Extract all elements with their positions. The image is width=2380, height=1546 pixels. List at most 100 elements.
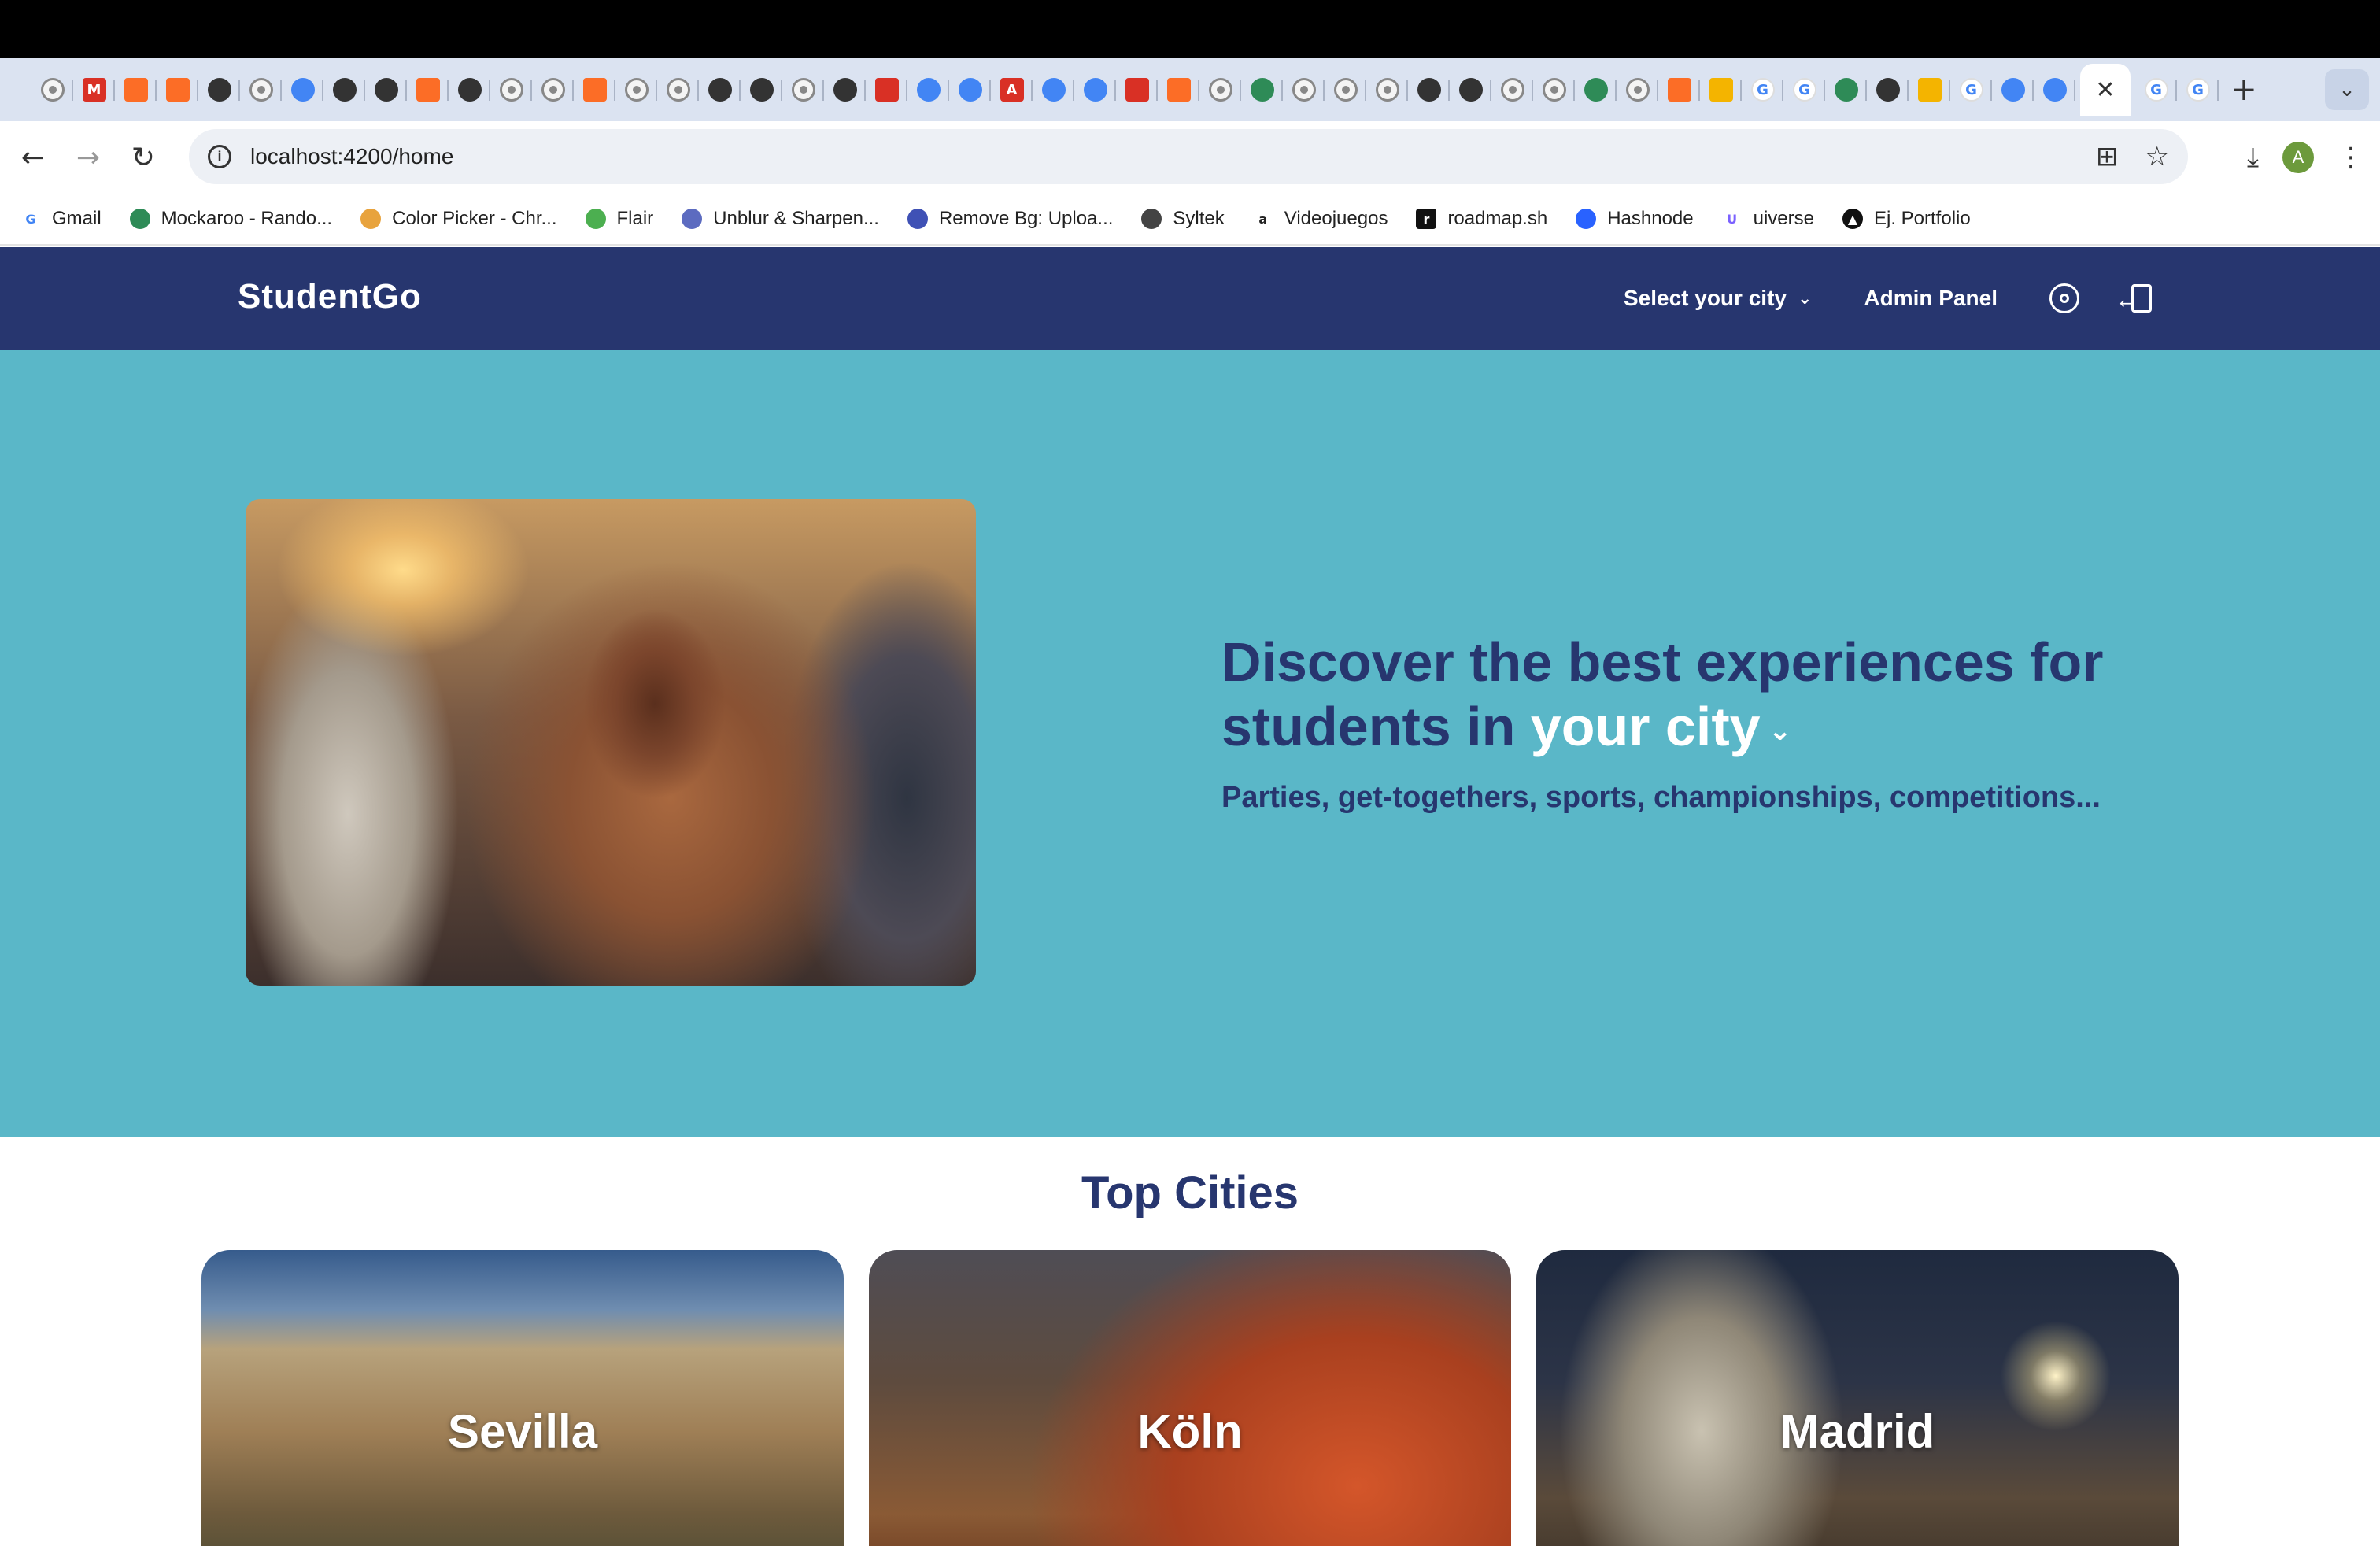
browser-tab[interactable]: A (991, 65, 1033, 115)
browser-tab[interactable] (240, 65, 282, 115)
browser-tab[interactable] (2034, 65, 2075, 115)
browser-tab[interactable] (907, 65, 949, 115)
browser-tab[interactable] (1199, 65, 1241, 115)
flutter-favicon-icon (1083, 78, 1107, 102)
address-bar[interactable]: i localhost:4200/home ⊞ ☆ (189, 129, 2188, 184)
bookmark-syltek[interactable]: Syltek (1141, 208, 1225, 230)
bookmark-star-icon[interactable]: ☆ (2145, 141, 2169, 172)
browser-tab[interactable] (490, 65, 532, 115)
browser-tab[interactable] (115, 65, 157, 115)
browser-tab[interactable] (1700, 65, 1742, 115)
browser-tab[interactable] (657, 65, 699, 115)
browser-tab[interactable]: M (73, 65, 115, 115)
browser-tab[interactable] (1825, 65, 1867, 115)
browser-tab[interactable] (323, 65, 365, 115)
browser-tab[interactable] (1909, 65, 1950, 115)
bookmark-remove-bg[interactable]: Remove Bg: Uploa... (907, 208, 1113, 230)
bookmark-label: Unblur & Sharpen... (713, 208, 879, 229)
new-tab-button[interactable]: + (2219, 72, 2269, 108)
chevron-down-icon: ⌄ (1797, 288, 1813, 309)
browser-tab[interactable] (1283, 65, 1325, 115)
browser-tab[interactable] (741, 65, 782, 115)
back-button[interactable]: ← (11, 135, 55, 179)
browser-tab[interactable] (365, 65, 407, 115)
bookmarks-bar: G Gmail Mockaroo - Rando... Color Picker … (0, 194, 2380, 246)
browser-tab[interactable] (1158, 65, 1199, 115)
download-icon[interactable]: ⤓ (2247, 142, 2259, 173)
browser-tab[interactable] (31, 65, 73, 115)
browser-tab[interactable]: G (2135, 65, 2177, 115)
city-card-koln[interactable]: Köln (869, 1250, 1511, 1546)
browser-tab[interactable] (532, 65, 574, 115)
select-city-dropdown[interactable]: Select your city ⌄ (1624, 286, 1812, 311)
browser-tab[interactable] (699, 65, 741, 115)
bookmark-color-picker[interactable]: Color Picker - Chr... (360, 208, 557, 230)
browser-tab[interactable] (1366, 65, 1408, 115)
bookmark-unblur[interactable]: Unblur & Sharpen... (682, 208, 879, 230)
active-browser-tab[interactable]: ✕ (2080, 64, 2131, 116)
bookmark-roadmap[interactable]: r roadmap.sh (1416, 208, 1547, 230)
browser-tab[interactable] (1408, 65, 1450, 115)
browser-tab[interactable] (198, 65, 240, 115)
browser-tab[interactable] (574, 65, 615, 115)
browser-tab[interactable] (1617, 65, 1658, 115)
google-favicon-icon: G (1750, 78, 1775, 102)
browser-tab[interactable] (1033, 65, 1074, 115)
uiverse-icon: U (1721, 209, 1743, 229)
chrome-favicon-icon (708, 78, 732, 102)
browser-tab[interactable] (1450, 65, 1491, 115)
browser-tab[interactable] (1074, 65, 1116, 115)
bookmark-hashnode[interactable]: Hashnode (1576, 208, 1694, 230)
roadmap-icon: r (1416, 209, 1437, 229)
address-url[interactable]: localhost:4200/home (250, 144, 453, 169)
browser-tab[interactable] (1491, 65, 1533, 115)
translate-icon[interactable]: ⊞ (2096, 141, 2119, 172)
bookmark-uiverse[interactable]: Uuiverse (1721, 208, 1814, 230)
forward-button[interactable]: → (66, 135, 110, 179)
browser-tab[interactable]: G (1783, 65, 1825, 115)
browser-tab[interactable] (1867, 65, 1909, 115)
admin-panel-link[interactable]: Admin Panel (1864, 286, 1998, 311)
logout-icon[interactable]: ← (2119, 284, 2152, 313)
globe-favicon-icon (833, 78, 857, 102)
bookmark-videojuegos[interactable]: a Videojuegos (1252, 208, 1388, 230)
bookmark-gmail[interactable]: G Gmail (20, 208, 102, 230)
browser-tab[interactable] (1533, 65, 1575, 115)
close-tab-icon[interactable]: ✕ (2095, 76, 2115, 104)
chevron-down-icon[interactable]: ⌄ (1768, 715, 1792, 747)
browser-tab[interactable] (782, 65, 824, 115)
user-profile-icon[interactable] (2049, 283, 2079, 313)
browser-tab[interactable] (1325, 65, 1366, 115)
browser-tab[interactable] (866, 65, 907, 115)
browser-tab[interactable] (615, 65, 657, 115)
profile-avatar[interactable]: A (2282, 142, 2314, 173)
browser-tab[interactable] (1658, 65, 1700, 115)
tab-favicon-icon (666, 78, 690, 102)
browser-tab[interactable] (1241, 65, 1283, 115)
reload-button[interactable]: ↻ (121, 135, 165, 179)
browser-tab[interactable] (1992, 65, 2034, 115)
browser-tab[interactable]: G (1742, 65, 1783, 115)
browser-tab[interactable]: G (1950, 65, 1992, 115)
browser-tab[interactable] (1575, 65, 1617, 115)
city-card-madrid[interactable]: Madrid (1536, 1250, 2179, 1546)
bookmark-mockaroo[interactable]: Mockaroo - Rando... (129, 208, 332, 230)
more-menu-icon[interactable]: ⋮ (2338, 142, 2364, 173)
settings-favicon-icon (290, 78, 315, 102)
brand-logo[interactable]: StudentGo (238, 277, 422, 316)
browser-tab[interactable] (1116, 65, 1158, 115)
tab-search-button[interactable]: ⌄ (2325, 69, 2369, 110)
site-info-icon[interactable]: i (208, 145, 231, 168)
browser-tab[interactable] (949, 65, 991, 115)
bookmark-label: roadmap.sh (1447, 208, 1548, 229)
city-card-sevilla[interactable]: Sevilla (201, 1250, 844, 1546)
browser-tab[interactable] (407, 65, 449, 115)
bookmark-portfolio[interactable]: ▲ Ej. Portfolio (1842, 208, 1971, 230)
hero-city-selector[interactable]: your city (1531, 696, 1761, 757)
browser-tab[interactable] (449, 65, 490, 115)
bookmark-flair[interactable]: Flair (585, 208, 653, 230)
browser-tab[interactable] (157, 65, 198, 115)
browser-tab[interactable] (282, 65, 323, 115)
browser-tab[interactable] (824, 65, 866, 115)
browser-tab[interactable]: G (2177, 65, 2219, 115)
